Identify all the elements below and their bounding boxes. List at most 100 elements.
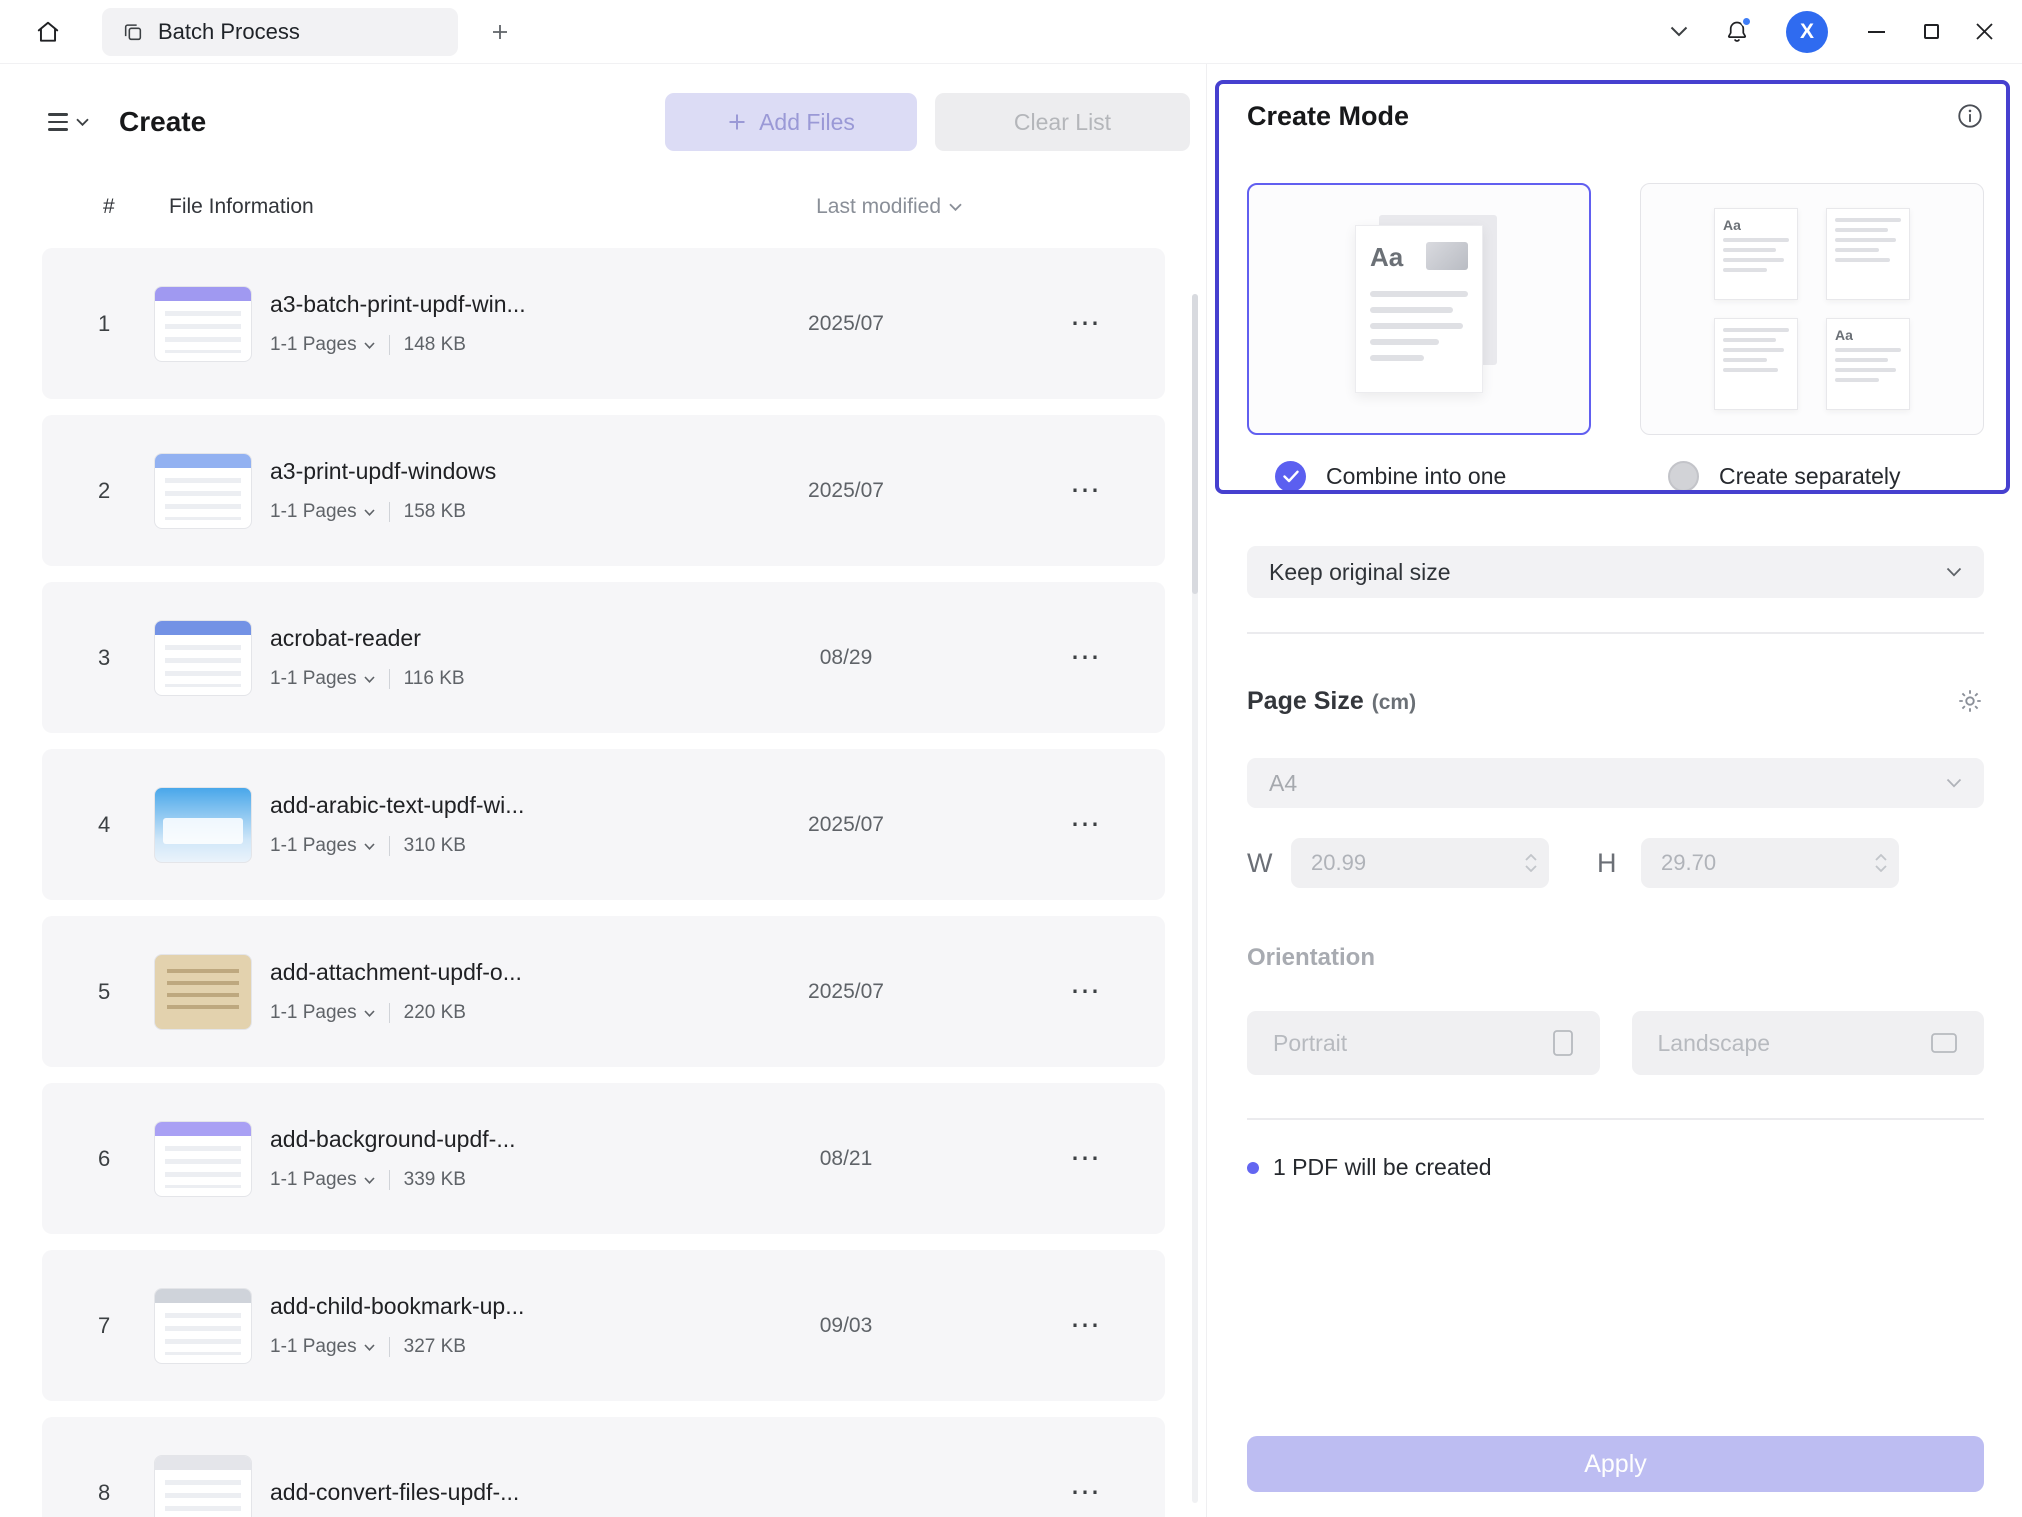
more-options-button[interactable]: ⋯ [1041, 1144, 1131, 1174]
file-thumbnail [154, 1455, 252, 1517]
landscape-label: Landscape [1658, 1030, 1771, 1057]
page-size-label: Page Size [1247, 687, 1364, 715]
file-date: 09/03 [746, 1314, 946, 1338]
clear-list-button[interactable]: Clear List [935, 93, 1190, 151]
file-size: 148 KB [404, 334, 466, 356]
file-meta: add-attachment-updf-o... 1-1 Pages 220 K… [270, 959, 746, 1024]
more-options-button[interactable]: ⋯ [1041, 643, 1131, 673]
more-options-button[interactable]: ⋯ [1041, 1478, 1131, 1508]
separator [389, 1170, 390, 1190]
main-content: Create Add Files Clear List # File Infor… [0, 64, 2022, 1517]
header-actions: Add Files Clear List [665, 93, 1190, 151]
create-mode-cards: Aa Aa Aa [1247, 183, 1984, 435]
more-options-button[interactable]: ⋯ [1041, 476, 1131, 506]
chevron-down-icon [949, 203, 962, 211]
orientation-row: Portrait Landscape [1247, 1011, 1984, 1075]
scrollbar-thumb[interactable] [1192, 294, 1198, 594]
file-meta: acrobat-reader 1-1 Pages 116 KB [270, 625, 746, 690]
file-name: a3-print-updf-windows [270, 458, 746, 485]
combine-into-one-radio[interactable]: Combine into one [1247, 461, 1591, 492]
plus-icon [727, 112, 747, 132]
pages-value: 1-1 Pages [270, 1336, 357, 1358]
home-button[interactable] [24, 8, 72, 56]
file-row[interactable]: 8 add-convert-files-updf-... ⋯ [42, 1417, 1165, 1517]
account-avatar[interactable]: X [1786, 11, 1828, 53]
file-thumbnail [154, 787, 252, 863]
column-file-information: File Information [169, 195, 314, 219]
portrait-button[interactable]: Portrait [1247, 1011, 1600, 1075]
pages-dropdown[interactable]: 1-1 Pages [270, 1002, 375, 1024]
more-options-button[interactable]: ⋯ [1041, 810, 1131, 840]
pages-dropdown[interactable]: 1-1 Pages [270, 835, 375, 857]
create-mode-header: Create Mode [1247, 96, 1984, 136]
file-thumbnail [154, 1288, 252, 1364]
file-date: 08/21 [746, 1147, 946, 1171]
pages-dropdown[interactable]: 1-1 Pages [270, 501, 375, 523]
file-subline: 1-1 Pages 327 KB [270, 1336, 746, 1358]
pages-dropdown[interactable]: 1-1 Pages [270, 334, 375, 356]
file-name: add-attachment-updf-o... [270, 959, 746, 986]
pages-dropdown[interactable]: 1-1 Pages [270, 1169, 375, 1191]
aa-glyph: Aa [1370, 242, 1403, 273]
height-input[interactable] [1641, 838, 1899, 888]
file-row[interactable]: 3 acrobat-reader 1-1 Pages 116 KB 08/29 … [42, 582, 1165, 733]
file-row[interactable]: 5 add-attachment-updf-o... 1-1 Pages 220… [42, 916, 1165, 1067]
file-list: 1 a3-batch-print-updf-win... 1-1 Pages 1… [42, 248, 1165, 1517]
combine-label: Combine into one [1326, 463, 1506, 490]
add-files-button[interactable]: Add Files [665, 93, 917, 151]
apply-button[interactable]: Apply [1247, 1436, 1984, 1492]
size-mode-select[interactable]: Keep original size [1247, 546, 1984, 598]
file-index: 4 [98, 812, 138, 838]
file-row[interactable]: 2 a3-print-updf-windows 1-1 Pages 158 KB… [42, 415, 1165, 566]
file-name: add-child-bookmark-up... [270, 1293, 746, 1320]
info-button[interactable] [1956, 102, 1984, 130]
height-stepper[interactable] [1875, 838, 1887, 888]
chevron-down-icon [76, 118, 89, 126]
file-meta: add-background-updf-... 1-1 Pages 339 KB [270, 1126, 746, 1191]
more-options-button[interactable]: ⋯ [1041, 977, 1131, 1007]
pages-dropdown[interactable]: 1-1 Pages [270, 1336, 375, 1358]
paper-size-value: A4 [1269, 770, 1297, 797]
checked-radio-icon [1275, 461, 1306, 492]
table-header: # File Information Last modified [42, 192, 1190, 222]
pages-value: 1-1 Pages [270, 668, 357, 690]
chevron-down-icon [1946, 778, 1962, 788]
file-row[interactable]: 4 add-arabic-text-updf-wi... 1-1 Pages 3… [42, 749, 1165, 900]
file-size: 310 KB [404, 835, 466, 857]
separate-illustration: Aa Aa [1714, 208, 1910, 410]
titlebar-dropdown-button[interactable] [1670, 26, 1688, 37]
file-meta: add-convert-files-updf-... [270, 1479, 746, 1506]
landscape-button[interactable]: Landscape [1632, 1011, 1985, 1075]
status-row: 1 PDF will be created [1247, 1154, 1984, 1181]
file-row[interactable]: 6 add-background-updf-... 1-1 Pages 339 … [42, 1083, 1165, 1234]
file-panel-header: Create Add Files Clear List [42, 92, 1190, 152]
file-date: 08/29 [746, 646, 946, 670]
paper-size-select[interactable]: A4 [1247, 758, 1984, 808]
page-size-settings-button[interactable] [1956, 687, 1984, 715]
status-text: 1 PDF will be created [1273, 1154, 1492, 1181]
minimize-button[interactable] [1864, 20, 1888, 44]
menu-button[interactable] [42, 107, 95, 136]
width-input[interactable] [1291, 838, 1549, 888]
tab-batch-process[interactable]: Batch Process [102, 8, 458, 56]
more-options-button[interactable]: ⋯ [1041, 1311, 1131, 1341]
file-subline: 1-1 Pages 116 KB [270, 668, 746, 690]
width-stepper[interactable] [1525, 838, 1537, 888]
combine-into-one-card[interactable]: Aa [1247, 183, 1591, 435]
new-tab-button[interactable] [480, 12, 520, 52]
file-meta: add-arabic-text-updf-wi... 1-1 Pages 310… [270, 792, 746, 857]
pages-dropdown[interactable]: 1-1 Pages [270, 668, 375, 690]
file-name: add-convert-files-updf-... [270, 1479, 746, 1506]
file-row[interactable]: 1 a3-batch-print-updf-win... 1-1 Pages 1… [42, 248, 1165, 399]
more-options-button[interactable]: ⋯ [1041, 309, 1131, 339]
separator [389, 1337, 390, 1357]
maximize-button[interactable] [1924, 24, 1939, 39]
create-separately-card[interactable]: Aa Aa [1640, 183, 1984, 435]
create-separately-radio[interactable]: Create separately [1640, 461, 1983, 492]
file-name: add-background-updf-... [270, 1126, 746, 1153]
file-row[interactable]: 7 add-child-bookmark-up... 1-1 Pages 327… [42, 1250, 1165, 1401]
notifications-button[interactable] [1724, 19, 1750, 45]
column-last-modified-sort[interactable]: Last modified [816, 195, 962, 219]
close-button[interactable] [1975, 22, 1994, 41]
file-thumbnail [154, 954, 252, 1030]
